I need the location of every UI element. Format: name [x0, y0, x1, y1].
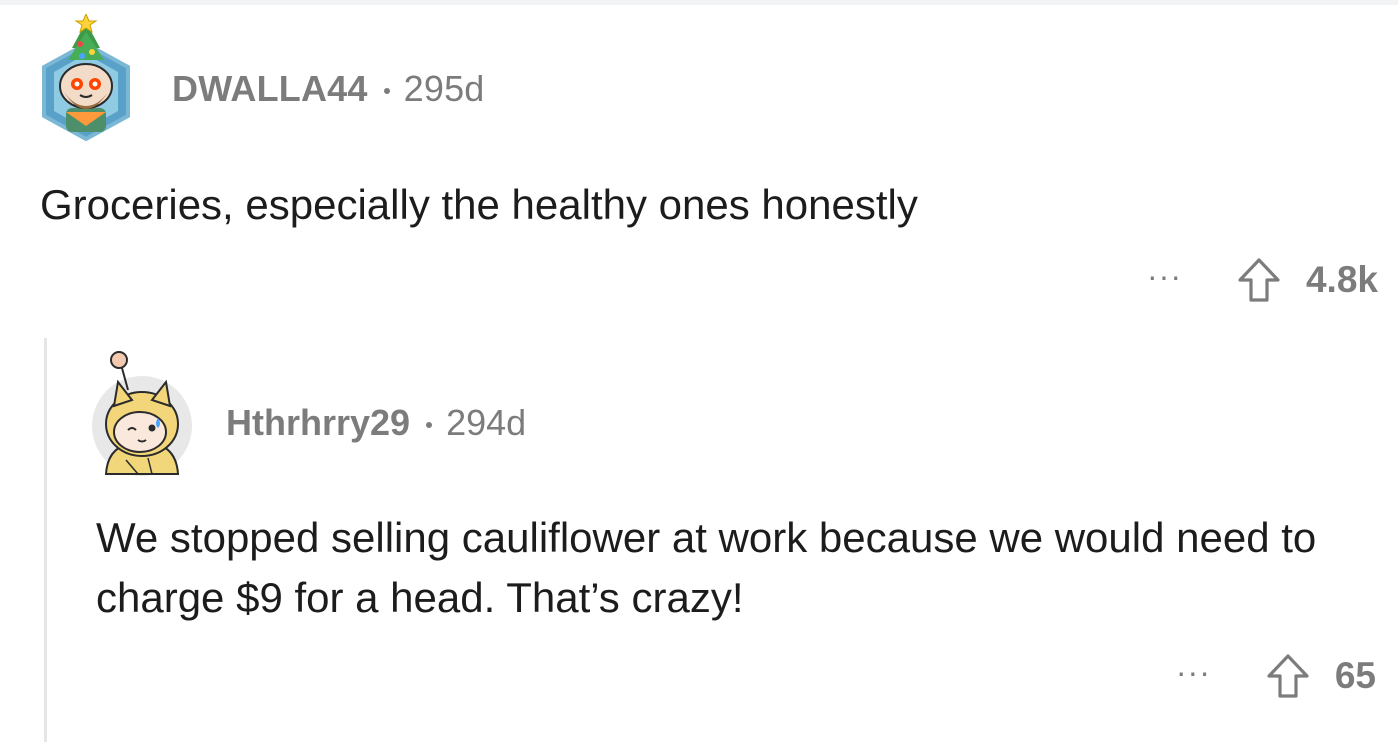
top-divider: [0, 0, 1398, 5]
comment-body: Groceries, especially the healthy ones h…: [40, 181, 918, 228]
comment-score: 4.8k: [1305, 259, 1378, 300]
comment-age: 295d: [403, 68, 485, 109]
comment-actions: ··· 4.8k: [1147, 252, 1378, 308]
christmas-tree-snoo-avatar-icon[interactable]: [36, 12, 136, 142]
comment-meta: DWALLA44 295d: [172, 66, 485, 112]
reply-actions: ··· 65: [1176, 648, 1376, 704]
separator-dot: [383, 88, 390, 94]
reply-body: We stopped selling cauliflower at work b…: [96, 514, 1317, 621]
reply-score: 65: [1334, 655, 1376, 696]
comment-username[interactable]: DWALLA44: [172, 68, 368, 110]
separator-dot: [426, 422, 433, 428]
comment-thread: DWALLA44 295d Groceries, especially the …: [0, 0, 1398, 742]
reply-meta: Hthrhrry29 294d: [226, 400, 526, 446]
upvote-arrow-icon[interactable]: [1265, 652, 1311, 700]
reply-username[interactable]: Hthrhrry29: [226, 402, 410, 444]
more-options-button[interactable]: ···: [1147, 258, 1182, 295]
doge-costume-snoo-avatar-icon[interactable]: [86, 346, 198, 478]
upvote-arrow-icon[interactable]: [1236, 256, 1282, 304]
more-options-button[interactable]: ···: [1176, 654, 1211, 691]
thread-line[interactable]: [44, 338, 47, 742]
reply-age: 294d: [446, 402, 527, 443]
